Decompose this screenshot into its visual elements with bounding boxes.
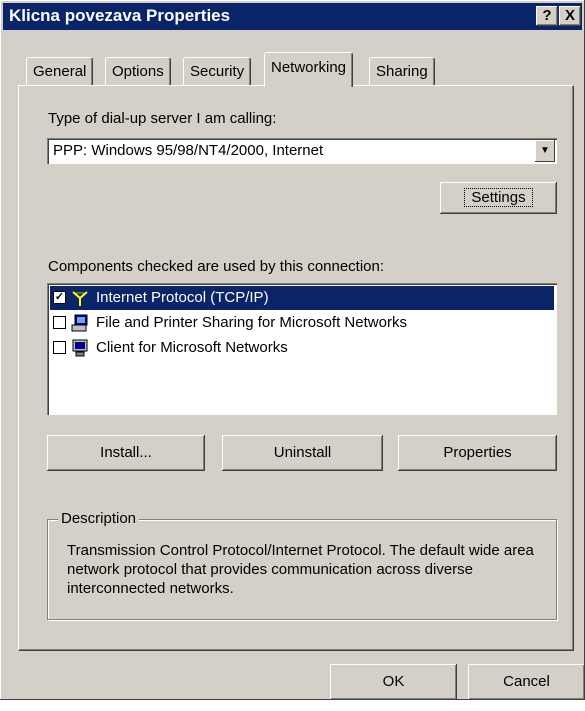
help-button[interactable]: ? xyxy=(536,6,558,26)
description-text: Transmission Control Protocol/Internet P… xyxy=(67,542,534,597)
settings-button[interactable]: Settings xyxy=(440,182,557,214)
cancel-button[interactable]: Cancel xyxy=(468,664,585,700)
server-type-value: PPP: Windows 95/98/NT4/2000, Internet xyxy=(53,142,324,159)
checkbox-unchecked[interactable] xyxy=(53,341,66,354)
tab-general[interactable]: General xyxy=(26,57,94,86)
server-type-dropdown[interactable]: PPP: Windows 95/98/NT4/2000, Internet ▼ xyxy=(47,138,557,164)
title-bar[interactable]: Klicna povezava Properties ? X xyxy=(3,3,582,30)
bottom-strip xyxy=(0,700,585,711)
ok-button[interactable]: OK xyxy=(330,664,457,700)
network-client-icon xyxy=(72,339,88,357)
uninstall-button[interactable]: Uninstall xyxy=(222,435,383,471)
list-item-label: Internet Protocol (TCP/IP) xyxy=(96,289,269,306)
settings-button-label: Settings xyxy=(464,188,533,207)
tab-networking[interactable]: Networking xyxy=(264,52,354,87)
network-protocol-icon xyxy=(72,291,88,306)
components-list[interactable]: ✓ Internet Protocol (TCP/IP) File and Pr… xyxy=(47,283,557,415)
description-title: Description xyxy=(58,510,140,527)
server-type-label: Type of dial-up server I am calling: xyxy=(48,110,277,127)
checkbox-checked[interactable]: ✓ xyxy=(53,291,66,304)
window-title: Klicna povezava Properties xyxy=(9,6,231,25)
list-item[interactable]: ✓ Internet Protocol (TCP/IP) xyxy=(50,286,554,310)
list-item[interactable]: Client for Microsoft Networks xyxy=(50,336,554,360)
tab-sharing[interactable]: Sharing xyxy=(369,57,435,86)
tab-options[interactable]: Options xyxy=(105,57,171,86)
list-item-label: Client for Microsoft Networks xyxy=(96,339,288,356)
network-service-icon xyxy=(71,314,88,332)
list-item-label: File and Printer Sharing for Microsoft N… xyxy=(96,314,407,331)
properties-button[interactable]: Properties xyxy=(398,435,557,471)
properties-dialog: Klicna povezava Properties ? X General O… xyxy=(0,0,585,700)
close-button[interactable]: X xyxy=(559,6,581,26)
install-button[interactable]: Install... xyxy=(47,435,205,471)
list-item[interactable]: File and Printer Sharing for Microsoft N… xyxy=(50,311,554,335)
chevron-down-icon[interactable]: ▼ xyxy=(535,140,555,162)
tab-security[interactable]: Security xyxy=(183,57,252,86)
checkbox-unchecked[interactable] xyxy=(53,316,66,329)
components-label: Components checked are used by this conn… xyxy=(48,258,385,275)
